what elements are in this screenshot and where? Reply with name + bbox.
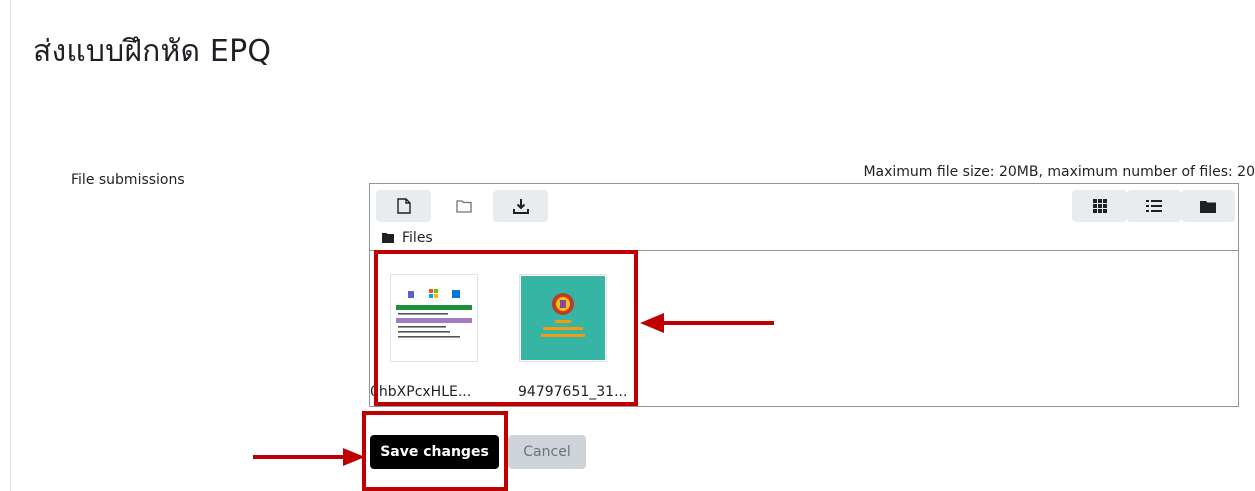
create-folder-button[interactable] <box>436 190 491 222</box>
add-file-button[interactable] <box>376 190 431 222</box>
file-icon <box>396 198 411 214</box>
annotation-arrow-files <box>640 313 774 333</box>
file-limits-text: Maximum file size: 20MB, maximum number … <box>863 164 1255 180</box>
breadcrumb: Files <box>382 230 433 246</box>
folder-icon <box>382 233 394 243</box>
file-manager: Files 0hbXPcxHLE... 94797651_31... <box>369 183 1239 407</box>
annotation-highlight-save <box>362 411 508 491</box>
view-list-button[interactable] <box>1127 190 1181 222</box>
left-border <box>10 0 11 491</box>
download-icon <box>512 199 529 214</box>
view-icons-button[interactable] <box>1072 190 1127 222</box>
download-all-button[interactable] <box>493 190 548 222</box>
file-submissions-label: File submissions <box>71 172 185 188</box>
grid-icon <box>1092 199 1107 213</box>
breadcrumb-files[interactable]: Files <box>402 230 433 246</box>
annotation-highlight-files <box>374 250 638 406</box>
folder-icon <box>1200 200 1216 213</box>
list-icon <box>1146 200 1162 212</box>
folder-outline-icon <box>455 200 472 213</box>
annotation-arrow-save <box>253 448 365 466</box>
view-tree-button[interactable] <box>1181 190 1235 222</box>
cancel-button[interactable]: Cancel <box>508 435 586 469</box>
page-title: ส่งแบบฝึกหัด EPQ <box>33 34 272 69</box>
